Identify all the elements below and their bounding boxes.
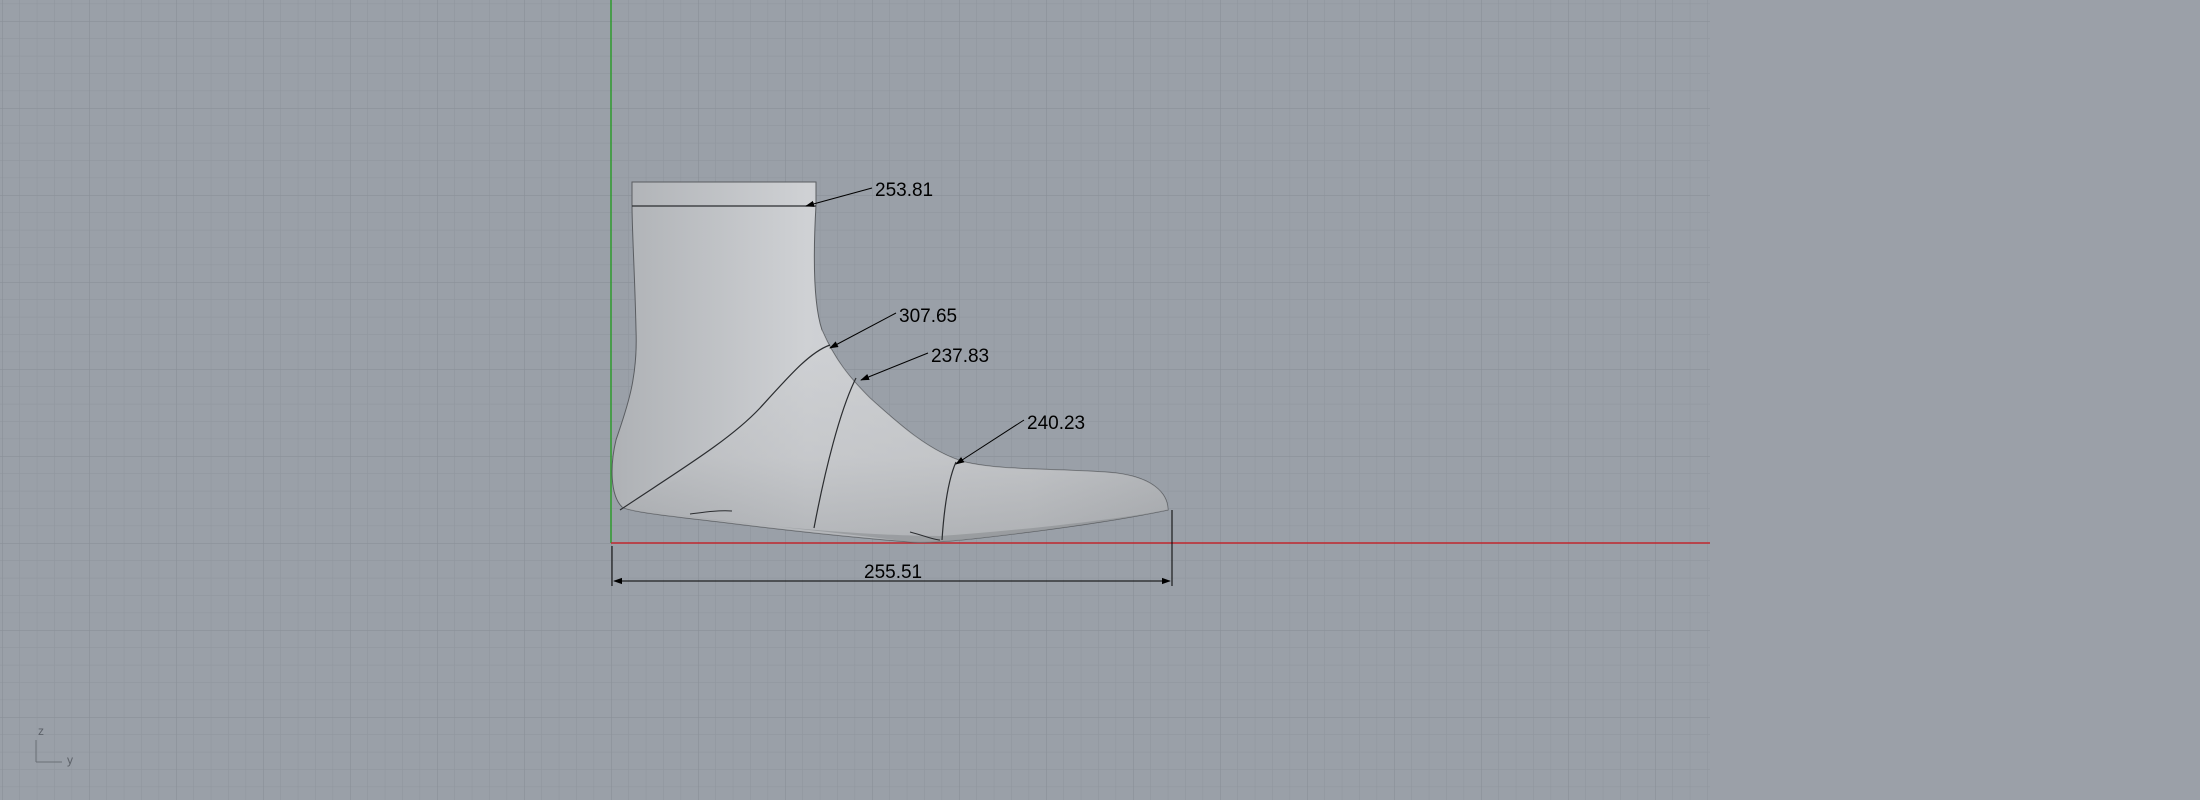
- dim-text-ball-girth[interactable]: 240.23: [1027, 413, 1085, 434]
- dim-text-ankle-girth[interactable]: 237.83: [931, 346, 989, 367]
- viewport-canvas[interactable]: 253.81 307.65 237.83 240.23 255.51 z y: [0, 0, 1710, 800]
- gizmo-y-label: y: [67, 753, 73, 767]
- 3d-viewport-front[interactable]: 253.81 307.65 237.83 240.23 255.51 z y: [0, 0, 1710, 800]
- right-panel-empty: [1710, 0, 2200, 800]
- dim-text-instep-girth[interactable]: 307.65: [899, 306, 957, 327]
- dim-text-top-girth[interactable]: 253.81: [875, 180, 933, 201]
- dim-text-length[interactable]: 255.51: [864, 562, 922, 583]
- gizmo-z-label: z: [38, 724, 44, 738]
